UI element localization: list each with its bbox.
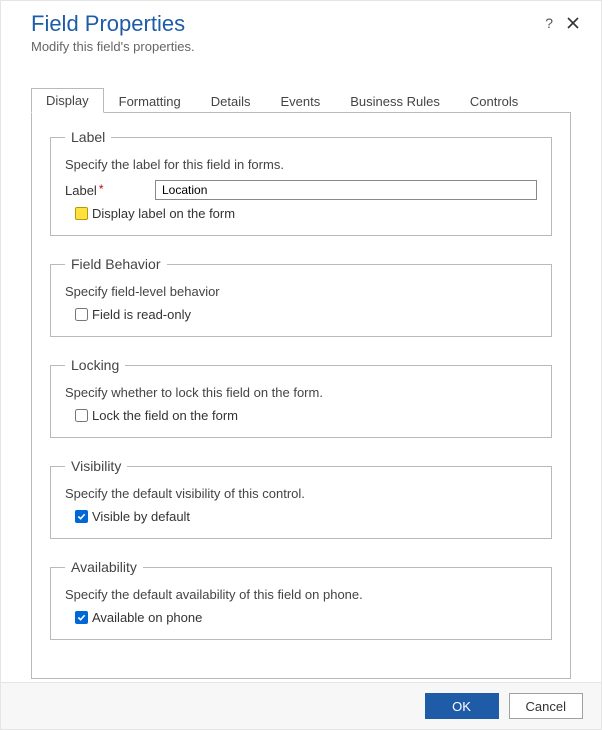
group-label: Label Specify the label for this field i… <box>50 129 552 236</box>
group-visibility: Visibility Specify the default visibilit… <box>50 458 552 539</box>
lock-row: Lock the field on the form <box>65 408 537 423</box>
header-controls: ? <box>545 15 579 31</box>
available-row: Available on phone <box>65 610 537 625</box>
group-locking-legend: Locking <box>65 357 125 373</box>
group-label-desc: Specify the label for this field in form… <box>65 157 537 172</box>
readonly-checkbox[interactable] <box>75 308 88 321</box>
visible-checkbox[interactable] <box>75 510 88 523</box>
tab-display[interactable]: Display <box>31 88 104 113</box>
tab-details[interactable]: Details <box>196 89 266 113</box>
help-icon[interactable]: ? <box>545 15 553 31</box>
visible-row: Visible by default <box>65 509 537 524</box>
group-label-legend: Label <box>65 129 111 145</box>
tab-formatting[interactable]: Formatting <box>104 89 196 113</box>
display-label-on-form-checkbox[interactable] <box>75 207 88 220</box>
visible-label: Visible by default <box>92 509 190 524</box>
display-label-on-form-label: Display label on the form <box>92 206 235 221</box>
readonly-label: Field is read-only <box>92 307 191 322</box>
group-behavior: Field Behavior Specify field-level behav… <box>50 256 552 337</box>
tabs-row: Display Formatting Details Events Busine… <box>31 86 571 112</box>
close-icon[interactable] <box>567 17 579 29</box>
ok-button[interactable]: OK <box>425 693 499 719</box>
dialog-header: Field Properties Modify this field's pro… <box>1 1 601 58</box>
dialog-body: Display Formatting Details Events Busine… <box>1 58 601 682</box>
group-visibility-desc: Specify the default visibility of this c… <box>65 486 537 501</box>
group-locking-desc: Specify whether to lock this field on th… <box>65 385 537 400</box>
available-label: Available on phone <box>92 610 202 625</box>
display-label-on-form-row: Display label on the form <box>65 206 537 221</box>
dialog-footer: OK Cancel <box>1 682 601 729</box>
tab-events[interactable]: Events <box>266 89 336 113</box>
label-input[interactable] <box>155 180 537 200</box>
readonly-row: Field is read-only <box>65 307 537 322</box>
group-availability-desc: Specify the default availability of this… <box>65 587 537 602</box>
group-behavior-legend: Field Behavior <box>65 256 167 272</box>
group-availability-legend: Availability <box>65 559 143 575</box>
tab-panel-display: Label Specify the label for this field i… <box>31 112 571 679</box>
dialog-title: Field Properties <box>31 11 571 37</box>
group-behavior-desc: Specify field-level behavior <box>65 284 537 299</box>
group-visibility-legend: Visibility <box>65 458 127 474</box>
tab-business-rules[interactable]: Business Rules <box>335 89 455 113</box>
lock-label: Lock the field on the form <box>92 408 238 423</box>
group-locking: Locking Specify whether to lock this fie… <box>50 357 552 438</box>
available-checkbox[interactable] <box>75 611 88 624</box>
label-field-label: Label* <box>65 183 155 198</box>
label-row: Label* <box>65 180 537 200</box>
dialog-subtitle: Modify this field's properties. <box>31 39 571 54</box>
lock-checkbox[interactable] <box>75 409 88 422</box>
cancel-button[interactable]: Cancel <box>509 693 583 719</box>
tab-controls[interactable]: Controls <box>455 89 533 113</box>
field-properties-dialog: Field Properties Modify this field's pro… <box>0 0 602 730</box>
group-availability: Availability Specify the default availab… <box>50 559 552 640</box>
